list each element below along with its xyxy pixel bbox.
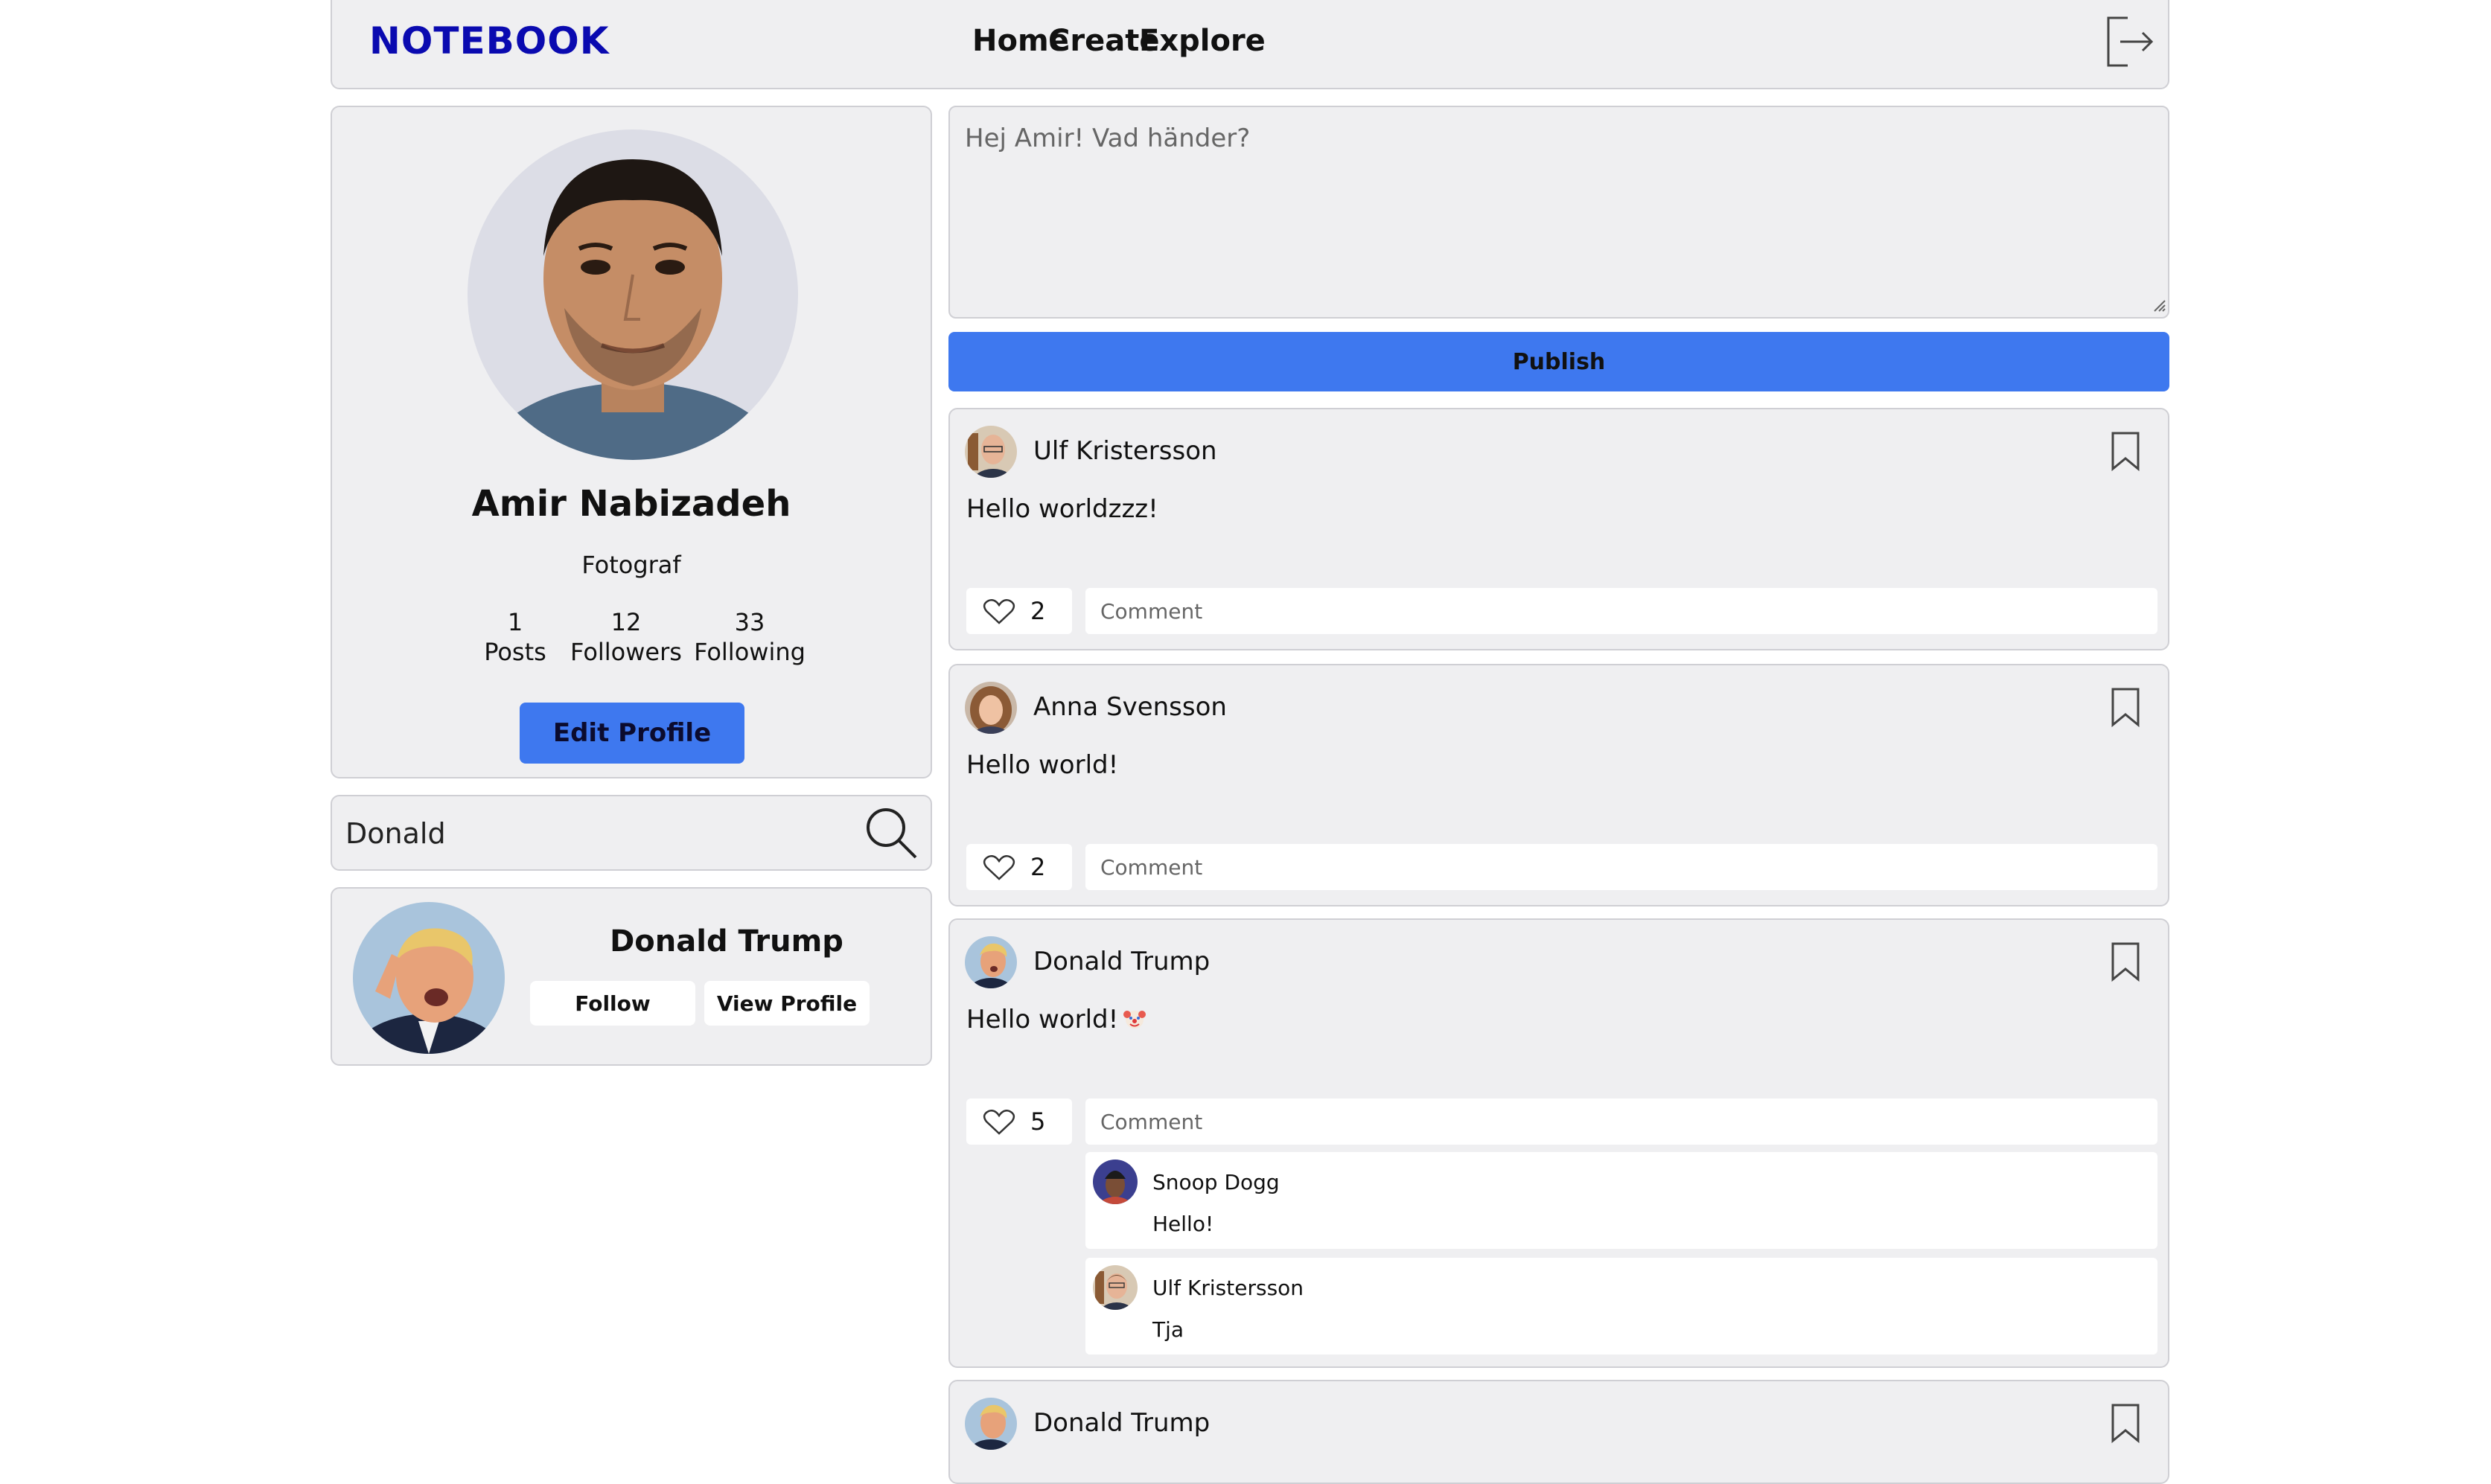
publish-button[interactable]: Publish bbox=[948, 332, 2169, 391]
like-button[interactable]: 5 bbox=[966, 1098, 1072, 1145]
like-count: 5 bbox=[1030, 1107, 1046, 1136]
search-input[interactable] bbox=[345, 810, 859, 857]
stat-value: 1 bbox=[507, 608, 523, 636]
follow-button[interactable]: Follow bbox=[530, 981, 695, 1026]
user-search-bar bbox=[331, 795, 932, 871]
stat-label: Following bbox=[694, 638, 806, 666]
profile-name: Amir Nabizadeh bbox=[471, 483, 791, 525]
result-avatar bbox=[353, 902, 505, 1054]
stat-label: Followers bbox=[570, 638, 682, 666]
top-navbar: NOTEBOOK Home Create Explore bbox=[331, 0, 2169, 89]
post-card: Donald Trump Hello world! 5 Comment Snoo… bbox=[948, 918, 2169, 1368]
comment-author-avatar[interactable] bbox=[1093, 1160, 1138, 1204]
heart-icon bbox=[983, 599, 1015, 624]
post-text-content: Hello world! bbox=[966, 1005, 1119, 1034]
stat-posts: 1 Posts bbox=[471, 607, 560, 667]
profile-card: Amir Nabizadeh Fotograf 1 Posts 12 Follo… bbox=[331, 106, 932, 778]
post-author-avatar[interactable] bbox=[965, 682, 1017, 734]
stat-label: Posts bbox=[484, 638, 546, 666]
resize-handle-icon[interactable] bbox=[2152, 298, 2166, 313]
comment-text: Tja bbox=[1152, 1317, 1184, 1342]
post-author-avatar[interactable] bbox=[965, 1398, 1017, 1450]
like-button[interactable]: 2 bbox=[966, 588, 1072, 634]
post-author-name[interactable]: Anna Svensson bbox=[1033, 692, 1227, 722]
post-composer-textarea[interactable] bbox=[948, 106, 2169, 319]
comment-input[interactable] bbox=[1085, 1098, 2157, 1145]
comment-author-name[interactable]: Snoop Dogg bbox=[1152, 1170, 1280, 1194]
stat-followers: 12 Followers bbox=[563, 607, 689, 667]
comment-text: Hello! bbox=[1152, 1212, 1214, 1236]
bookmark-icon[interactable] bbox=[2110, 1402, 2141, 1444]
heart-icon bbox=[983, 1110, 1015, 1135]
stat-value: 33 bbox=[734, 608, 765, 636]
post-text: Hello worldzzz! bbox=[966, 494, 1158, 524]
search-result-card: Donald Trump Follow View Profile bbox=[331, 887, 932, 1066]
comment-item: Snoop Dogg Hello! bbox=[1085, 1152, 2157, 1249]
post-text: Hello world! bbox=[966, 1005, 1146, 1034]
like-count: 2 bbox=[1030, 597, 1046, 625]
comment-author-name[interactable]: Ulf Kristersson bbox=[1152, 1276, 1304, 1300]
post-author-name[interactable]: Donald Trump bbox=[1033, 947, 1210, 976]
profile-role: Fotograf bbox=[581, 551, 681, 579]
post-card: Donald Trump bbox=[948, 1380, 2169, 1484]
post-author-name[interactable]: Ulf Kristersson bbox=[1033, 436, 1217, 466]
bookmark-icon[interactable] bbox=[2110, 686, 2141, 728]
post-author-avatar[interactable] bbox=[965, 426, 1017, 478]
post-author-name[interactable]: Donald Trump bbox=[1033, 1408, 1210, 1438]
view-profile-button[interactable]: View Profile bbox=[704, 981, 870, 1026]
stat-value: 12 bbox=[610, 608, 642, 636]
bookmark-icon[interactable] bbox=[2110, 430, 2141, 472]
brand-logo[interactable]: NOTEBOOK bbox=[369, 19, 609, 63]
like-count: 2 bbox=[1030, 853, 1046, 881]
nav-explore-link[interactable]: Explore bbox=[1139, 24, 1266, 58]
edit-profile-button[interactable]: Edit Profile bbox=[520, 703, 744, 764]
clown-face-icon bbox=[1123, 1011, 1146, 1029]
comment-item: Ulf Kristersson Tja bbox=[1085, 1258, 2157, 1355]
search-icon[interactable] bbox=[864, 805, 919, 860]
comment-input[interactable] bbox=[1085, 588, 2157, 634]
like-button[interactable]: 2 bbox=[966, 844, 1072, 890]
logout-icon[interactable] bbox=[2102, 13, 2156, 70]
post-text: Hello world! bbox=[966, 750, 1119, 780]
result-name: Donald Trump bbox=[610, 924, 843, 959]
comment-author-avatar[interactable] bbox=[1093, 1265, 1138, 1310]
post-card: Ulf Kristersson Hello worldzzz! 2 bbox=[948, 408, 2169, 650]
bookmark-icon[interactable] bbox=[2110, 941, 2141, 982]
comment-input[interactable] bbox=[1085, 844, 2157, 890]
profile-avatar bbox=[468, 129, 798, 460]
post-card: Anna Svensson Hello world! 2 bbox=[948, 664, 2169, 906]
stat-following: 33 Following bbox=[694, 607, 806, 667]
heart-icon bbox=[983, 855, 1015, 880]
post-author-avatar[interactable] bbox=[965, 936, 1017, 988]
